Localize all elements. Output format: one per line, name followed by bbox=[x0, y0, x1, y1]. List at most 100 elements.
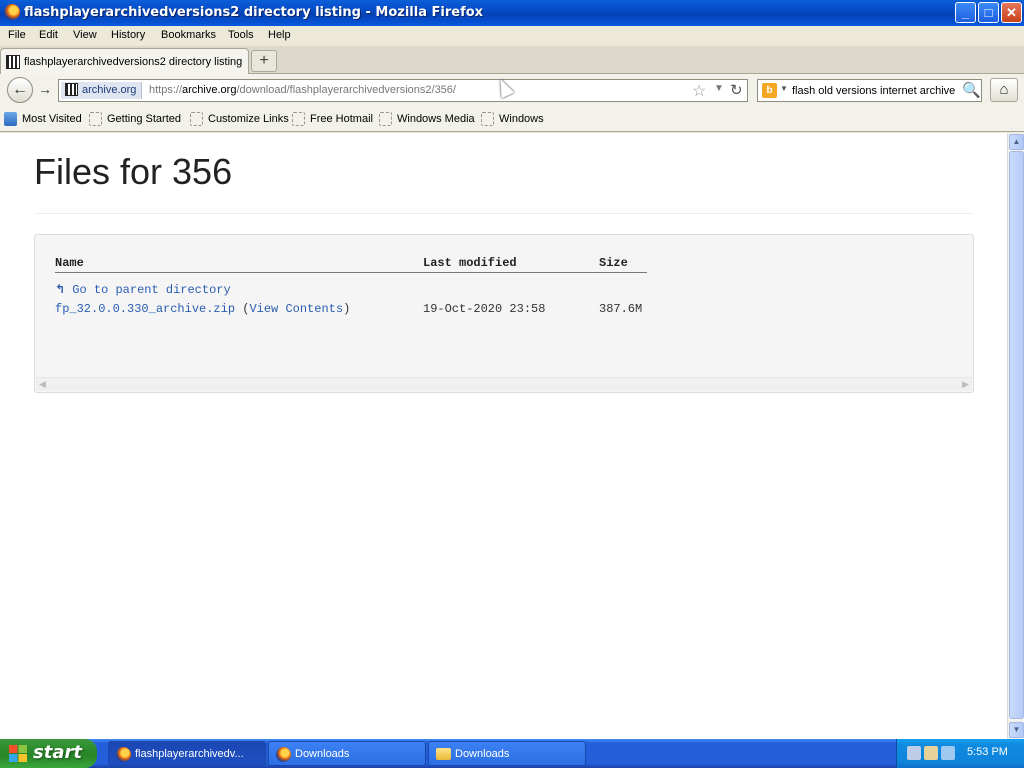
system-tray: 5:53 PM bbox=[896, 739, 1024, 768]
search-engine-icon[interactable]: b bbox=[762, 83, 777, 98]
maximize-button[interactable]: □ bbox=[978, 2, 999, 23]
taskbar-item-firefox-listing[interactable]: flashplayerarchivedv... bbox=[108, 741, 266, 766]
taskbar-item-firefox-downloads[interactable]: Downloads bbox=[268, 741, 426, 766]
close-button[interactable]: ✕ bbox=[1001, 2, 1022, 23]
scroll-down-icon[interactable]: ▼ bbox=[1009, 722, 1024, 738]
menu-history[interactable]: History bbox=[111, 29, 145, 41]
forward-button[interactable]: → bbox=[35, 80, 55, 100]
start-button[interactable]: start bbox=[0, 739, 97, 768]
reload-icon[interactable]: ↻ bbox=[730, 81, 743, 99]
view-paren-close: ) bbox=[343, 302, 351, 316]
horizontal-scrollbar[interactable]: ◀ ▶ bbox=[36, 377, 972, 391]
search-icon[interactable]: 🔍 bbox=[962, 81, 981, 99]
bookmark-label: Windows Media bbox=[397, 113, 475, 125]
archive-favicon-icon bbox=[65, 83, 78, 96]
url-prefix: https:// bbox=[149, 84, 183, 96]
back-button[interactable]: ← bbox=[7, 77, 33, 103]
bookmark-windows[interactable]: Windows bbox=[481, 112, 544, 126]
firefox-icon bbox=[4, 4, 20, 20]
bookmark-label: Most Visited bbox=[22, 113, 82, 125]
bookmark-label: Getting Started bbox=[107, 113, 181, 125]
site-identity-button[interactable]: archive.org bbox=[61, 82, 143, 99]
divider bbox=[55, 272, 647, 273]
parent-arrow-icon: ↰ bbox=[55, 282, 66, 296]
file-size-cell: 387.6M bbox=[599, 302, 643, 316]
bookmark-icon bbox=[89, 112, 102, 126]
menu-view[interactable]: View bbox=[73, 29, 97, 41]
chevron-down-icon[interactable]: ▼ bbox=[780, 84, 788, 93]
directory-listing: Name Last modified Size ↰ Go to parent d… bbox=[34, 234, 974, 393]
bookmark-icon bbox=[379, 112, 392, 126]
tab-bar: flashplayerarchivedversions2 directory l… bbox=[0, 46, 1024, 74]
view-paren-open: ( bbox=[235, 302, 250, 316]
bookmark-free-hotmail[interactable]: Free Hotmail bbox=[292, 112, 373, 126]
menu-bar: File Edit View History Bookmarks Tools H… bbox=[0, 26, 1024, 46]
column-header-size[interactable]: Size bbox=[599, 256, 628, 270]
bookmark-icon bbox=[292, 112, 305, 126]
vertical-scrollbar[interactable]: ▲ ▼ bbox=[1007, 133, 1024, 739]
parent-directory-label: Go to parent directory bbox=[72, 283, 231, 297]
menu-file[interactable]: File bbox=[8, 29, 26, 41]
new-tab-button[interactable]: + bbox=[251, 50, 277, 72]
firefox-icon bbox=[276, 747, 291, 762]
tray-security-icon[interactable] bbox=[924, 746, 938, 760]
search-bar[interactable]: b ▼ flash old versions internet archive … bbox=[757, 79, 982, 102]
file-name-cell: fp_32.0.0.330_archive.zip (View Contents… bbox=[55, 302, 350, 316]
clock[interactable]: 5:53 PM bbox=[967, 746, 1008, 758]
bookmarks-toolbar: Most Visited Getting Started Customize L… bbox=[0, 106, 1024, 132]
folder-icon bbox=[436, 748, 451, 760]
menu-tools[interactable]: Tools bbox=[228, 29, 254, 41]
chevron-down-icon[interactable]: ▼ bbox=[714, 83, 724, 94]
bookmark-label: Free Hotmail bbox=[310, 113, 373, 125]
tray-network-icon[interactable] bbox=[907, 746, 921, 760]
menu-edit[interactable]: Edit bbox=[39, 29, 58, 41]
divider bbox=[34, 213, 974, 214]
bookmark-customize-links[interactable]: Customize Links bbox=[190, 112, 289, 126]
window-titlebar[interactable]: flashplayerarchivedversions2 directory l… bbox=[0, 0, 1024, 26]
url-host: archive.org bbox=[182, 84, 237, 96]
file-modified-cell: 19-Oct-2020 23:58 bbox=[423, 302, 546, 316]
bookmark-most-visited[interactable]: Most Visited bbox=[4, 112, 82, 126]
file-download-link[interactable]: fp_32.0.0.330_archive.zip bbox=[55, 302, 235, 316]
window-title: flashplayerarchivedversions2 directory l… bbox=[24, 5, 484, 20]
archive-favicon-icon bbox=[6, 55, 20, 69]
url-bar[interactable]: archive.org https://archive.org/download… bbox=[58, 79, 748, 102]
firefox-icon bbox=[116, 747, 131, 762]
taskbar-item-label: Downloads bbox=[455, 748, 510, 760]
start-label: start bbox=[33, 742, 82, 763]
search-input[interactable]: flash old versions internet archive bbox=[792, 85, 955, 97]
bookmark-folder-icon bbox=[4, 112, 17, 126]
tab-directory-listing[interactable]: flashplayerarchivedversions2 directory l… bbox=[0, 48, 249, 74]
menu-bookmarks[interactable]: Bookmarks bbox=[161, 29, 216, 41]
bookmark-star-icon[interactable]: ☆ bbox=[692, 81, 706, 101]
url-path: /download/flashplayerarchivedversions2/3… bbox=[236, 84, 456, 96]
bookmark-icon bbox=[481, 112, 494, 126]
view-contents-link[interactable]: View Contents bbox=[249, 302, 343, 316]
menu-help[interactable]: Help bbox=[268, 29, 291, 41]
tab-label: flashplayerarchivedversions2 directory l… bbox=[24, 56, 243, 68]
scroll-left-icon[interactable]: ◀ bbox=[39, 379, 46, 390]
url-text[interactable]: https://archive.org/download/flashplayer… bbox=[149, 84, 456, 96]
bookmark-windows-media[interactable]: Windows Media bbox=[379, 112, 475, 126]
site-identity-label: archive.org bbox=[82, 84, 137, 96]
page-title: Files for 356 bbox=[34, 151, 233, 192]
scroll-right-icon[interactable]: ▶ bbox=[962, 379, 969, 390]
taskbar-item-label: flashplayerarchivedv... bbox=[135, 748, 244, 760]
minimize-button[interactable]: _ bbox=[955, 2, 976, 23]
column-header-name[interactable]: Name bbox=[55, 256, 84, 270]
bookmark-label: Customize Links bbox=[208, 113, 289, 125]
column-header-last-modified[interactable]: Last modified bbox=[423, 256, 517, 270]
home-button[interactable]: ⌂ bbox=[990, 78, 1018, 102]
parent-directory-link[interactable]: ↰ Go to parent directory bbox=[55, 282, 231, 297]
bookmark-icon bbox=[190, 112, 203, 126]
tray-volume-icon[interactable] bbox=[941, 746, 955, 760]
taskbar-item-folder-downloads[interactable]: Downloads bbox=[428, 741, 586, 766]
taskbar-item-label: Downloads bbox=[295, 748, 350, 760]
bookmark-getting-started[interactable]: Getting Started bbox=[89, 112, 181, 126]
scrollbar-thumb[interactable] bbox=[1009, 151, 1024, 719]
bookmark-label: Windows bbox=[499, 113, 544, 125]
windows-logo-icon bbox=[9, 745, 27, 762]
taskbar: start flashplayerarchivedv... Downloads … bbox=[0, 739, 1024, 768]
page-content: Files for 356 Name Last modified Size ↰ … bbox=[0, 133, 1007, 739]
scroll-up-icon[interactable]: ▲ bbox=[1009, 134, 1024, 150]
